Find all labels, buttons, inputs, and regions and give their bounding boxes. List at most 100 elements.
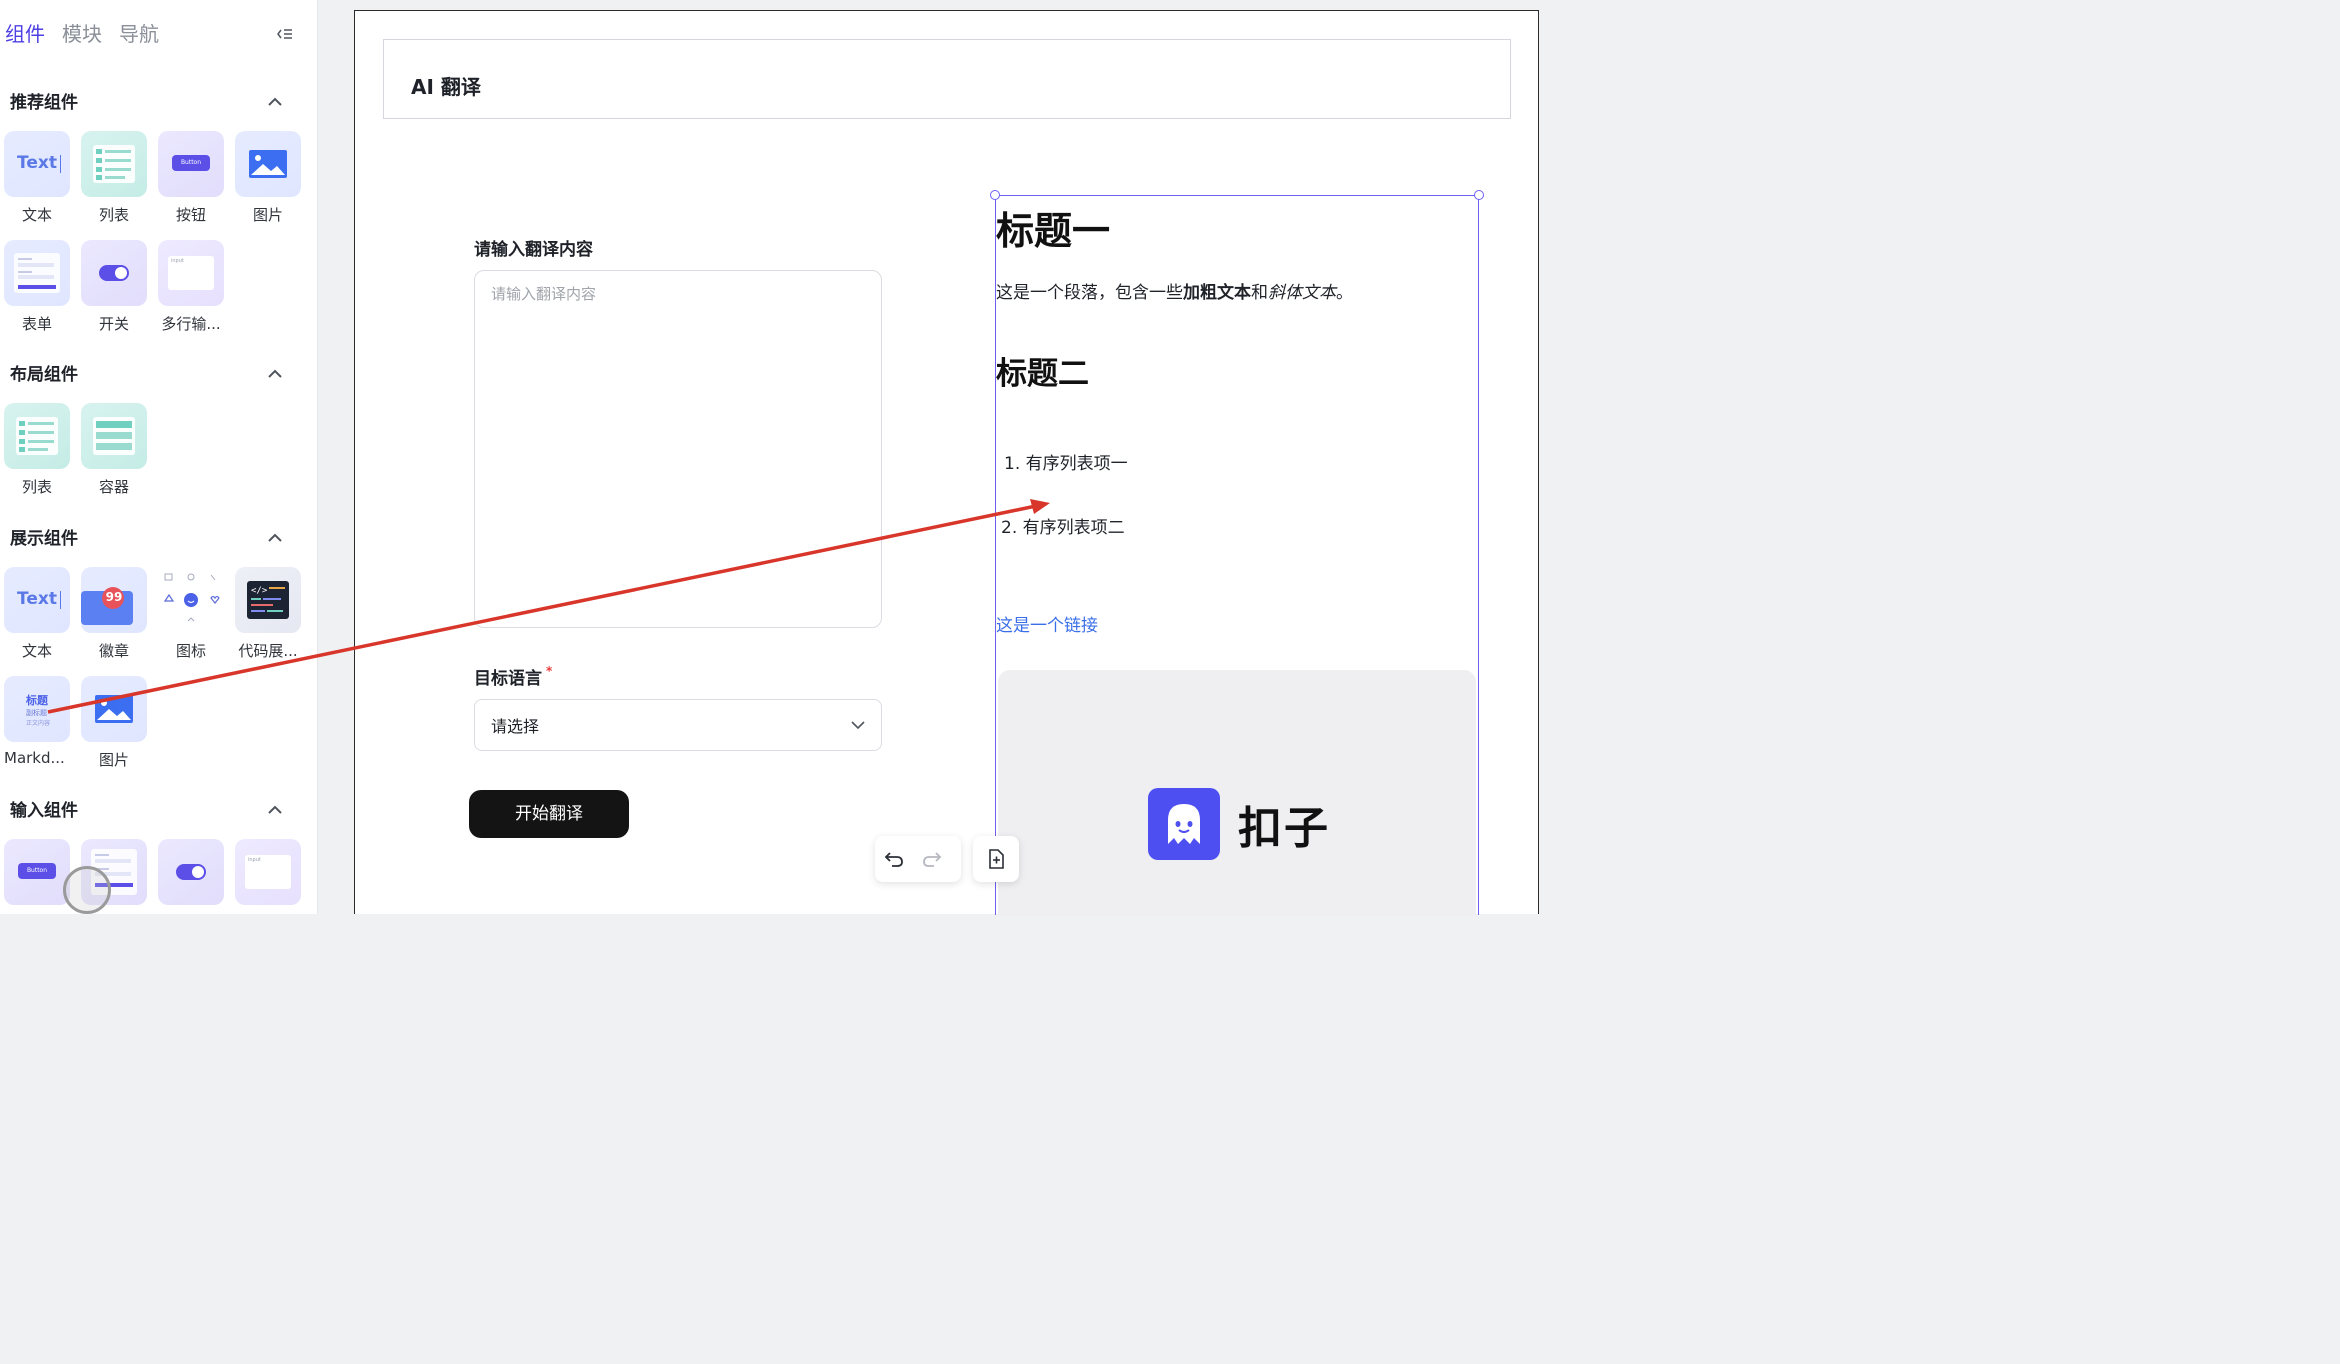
chevron-up-icon[interactable] — [266, 529, 284, 542]
button-thumb: Button — [18, 863, 56, 879]
coze-logo-text: 扣子 — [1238, 803, 1330, 854]
resize-handle-top-right[interactable] — [1474, 190, 1484, 200]
paragraph-italic: 斜体文本 — [1268, 283, 1336, 303]
section-title-layout: 布局组件 — [10, 365, 78, 385]
component-card-container[interactable] — [81, 403, 147, 469]
component-card-input-form[interactable] — [81, 839, 147, 905]
svg-text:</>: </> — [251, 586, 268, 596]
section-title-display: 展示组件 — [10, 529, 78, 549]
collapse-panel-icon[interactable] — [274, 24, 296, 44]
coze-logo-icon — [1148, 788, 1220, 860]
card-label-switch: 开关 — [98, 315, 129, 333]
card-label-list: 列表 — [98, 206, 129, 224]
list-item: 1. 有序列表项一 — [1004, 454, 1128, 474]
app-header[interactable]: AI 翻译 — [383, 39, 1511, 119]
chevron-up-icon[interactable] — [266, 365, 284, 378]
chevron-down-icon — [851, 720, 865, 729]
input-thumb-label: input — [248, 857, 261, 863]
tab-modules[interactable]: 模块 — [62, 18, 102, 47]
component-card-textarea[interactable]: input — [158, 240, 224, 306]
card-label-icon: 图标 — [175, 642, 206, 660]
redo-icon[interactable] — [913, 837, 951, 881]
card-label-container: 容器 — [98, 478, 129, 496]
image-thumb-icon — [249, 150, 287, 178]
paragraph-and: 和 — [1251, 283, 1268, 303]
component-card-input-field[interactable]: input — [235, 839, 301, 905]
component-card-display-image[interactable] — [81, 676, 147, 742]
card-label-markdown: Markd... — [4, 749, 65, 767]
component-card-code[interactable]: </> — [235, 567, 301, 633]
component-card-list[interactable] — [81, 131, 147, 197]
switch-thumb-icon — [99, 265, 129, 281]
paragraph-bold: 加粗文本 — [1183, 283, 1251, 303]
code-thumb-icon: </> — [247, 581, 289, 619]
component-card-switch[interactable] — [81, 240, 147, 306]
component-card-markdown[interactable]: 标题 副标题 正文内容 — [4, 676, 70, 742]
component-card-form[interactable] — [4, 240, 70, 306]
select-value: 请选择 — [491, 717, 540, 736]
start-translate-button[interactable]: 开始翻译 — [469, 790, 629, 838]
md-thumb-subtitle: 副标题 — [26, 709, 47, 717]
translate-input[interactable] — [474, 270, 882, 628]
md-thumb-title: 标题 — [26, 694, 48, 707]
badge-count: 99 — [105, 590, 123, 604]
component-card-image[interactable] — [235, 131, 301, 197]
card-label-code: 代码展... — [238, 642, 298, 660]
list-item: 2. 有序列表项二 — [1001, 518, 1125, 538]
component-card-badge[interactable]: 99 — [81, 567, 147, 633]
undo-icon[interactable] — [875, 837, 913, 881]
list-thumb-icon — [93, 145, 135, 183]
layout-list-thumb-icon — [16, 417, 58, 455]
add-page-button[interactable] — [973, 836, 1019, 882]
card-label-image: 图片 — [252, 206, 283, 224]
card-label-display-image: 图片 — [98, 751, 129, 769]
app-title: AI 翻译 — [411, 75, 481, 99]
target-language-select[interactable]: 请选择 — [474, 699, 882, 751]
component-sidebar: 组件 模块 导航 推荐组件 Text 文本 列表 Button 按钮 图片 表单 — [0, 0, 318, 914]
form-thumb-icon — [14, 253, 60, 293]
markdown-link[interactable]: 这是一个链接 — [996, 611, 1098, 636]
card-label-form: 表单 — [21, 315, 52, 333]
app-root: 组件 模块 导航 推荐组件 Text 文本 列表 Button 按钮 图片 表单 — [0, 0, 1568, 916]
chevron-up-icon[interactable] — [266, 801, 284, 814]
text-thumb-label: Text — [17, 153, 61, 173]
button-thumb: Button — [172, 155, 210, 171]
paragraph-text: 这是一个段落，包含一些 — [996, 283, 1183, 303]
icon-grid-thumb-icon — [163, 573, 220, 622]
component-card-display-text[interactable]: Text — [4, 567, 70, 633]
markdown-component[interactable]: 标题一 这是一个段落，包含一些加粗文本和斜体文本。 标题二 1. 有序列表项一 … — [990, 190, 1484, 916]
section-title-recommended: 推荐组件 — [10, 93, 78, 113]
design-canvas[interactable]: AI 翻译 请输入翻译内容 目标语言 * 请选择 开始翻译 标题一 这是一个段落，… — [354, 10, 1539, 916]
component-card-text[interactable]: Text — [4, 131, 70, 197]
card-label-layout-list: 列表 — [21, 478, 52, 496]
component-card-input-button[interactable]: Button — [4, 839, 70, 905]
required-mark: * — [546, 664, 553, 678]
component-card-icon[interactable] — [158, 567, 224, 633]
card-label-display-text: 文本 — [21, 642, 52, 660]
component-card-layout-list[interactable] — [4, 403, 70, 469]
tab-navigation[interactable]: 导航 — [119, 18, 159, 47]
image-thumb-icon — [95, 695, 133, 723]
container-thumb-icon — [93, 417, 135, 455]
history-toolbar — [875, 836, 961, 882]
card-label-button: 按钮 — [175, 206, 206, 224]
sidebar-tabs: 组件 模块 导航 — [5, 18, 159, 47]
input-label: 请输入翻译内容 — [474, 240, 593, 260]
component-card-input-switch[interactable] — [158, 839, 224, 905]
tab-components[interactable]: 组件 — [5, 18, 45, 47]
target-language-label: 目标语言 * — [474, 664, 552, 689]
component-card-button[interactable]: Button — [158, 131, 224, 197]
resize-handle-top-left[interactable] — [990, 190, 1000, 200]
text-thumb-label: Text — [17, 589, 61, 609]
card-label-text: 文本 — [21, 206, 52, 224]
target-language-label-text: 目标语言 — [474, 669, 542, 689]
chevron-up-icon[interactable] — [266, 93, 284, 106]
markdown-heading-1: 标题一 — [996, 209, 1111, 253]
paragraph-end: 。 — [1336, 283, 1353, 303]
add-page-icon — [989, 849, 1004, 869]
card-label-textarea: 多行输... — [161, 315, 221, 333]
coze-logo: 扣子 — [1148, 788, 1330, 860]
markdown-image: 扣子 — [998, 670, 1476, 916]
form-thumb-icon — [91, 849, 137, 895]
section-title-input: 输入组件 — [10, 801, 78, 821]
